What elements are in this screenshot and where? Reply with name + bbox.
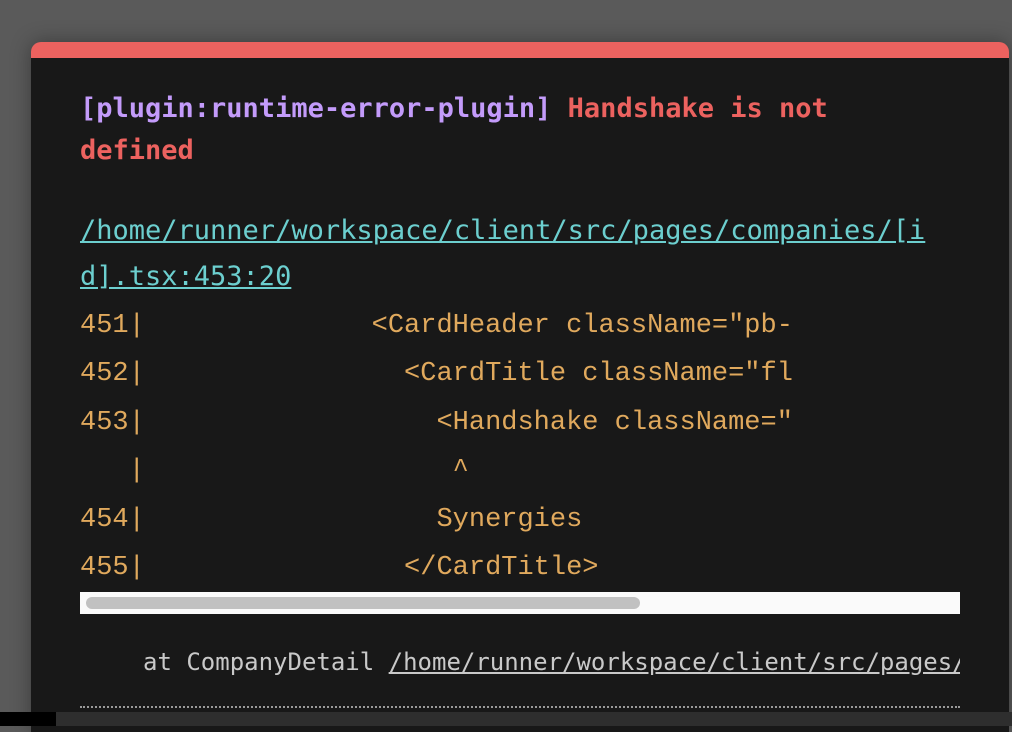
code-line: 455| </CardTitle> <box>80 553 599 584</box>
bottom-bar <box>0 712 1012 726</box>
code-frame: 451| <CardHeader className="pb- 452| <Car… <box>80 302 960 615</box>
scrollbar-thumb[interactable] <box>86 597 640 610</box>
error-overlay: [plugin:runtime-error-plugin] Handshake … <box>31 42 1009 732</box>
error-file-link[interactable]: /home/runner/workspace/client/src/pages/… <box>80 208 960 300</box>
error-message: [plugin:runtime-error-plugin] Handshake … <box>80 88 910 172</box>
horizontal-scrollbar[interactable] <box>80 592 960 615</box>
plugin-name: [plugin:runtime-error-plugin] <box>80 93 552 124</box>
divider <box>80 706 960 708</box>
stack-link[interactable]: /home/runner/workspace/client/src/pages/… <box>389 648 960 676</box>
code-line: 451| <CardHeader className="pb- <box>80 311 793 341</box>
code-frame-lines: 451| <CardHeader className="pb- 452| <Car… <box>80 302 960 592</box>
code-line: 453| <Handshake className=" <box>80 407 793 438</box>
stack-prefix: at CompanyDetail <box>143 648 389 676</box>
stack-trace: at CompanyDetail /home/runner/workspace/… <box>143 648 960 676</box>
code-line: | ^ <box>80 456 469 487</box>
code-line: 454| Synergies <box>80 504 583 535</box>
code-line: 452| <CardTitle className="fl <box>80 359 793 390</box>
bottom-block <box>0 712 56 726</box>
